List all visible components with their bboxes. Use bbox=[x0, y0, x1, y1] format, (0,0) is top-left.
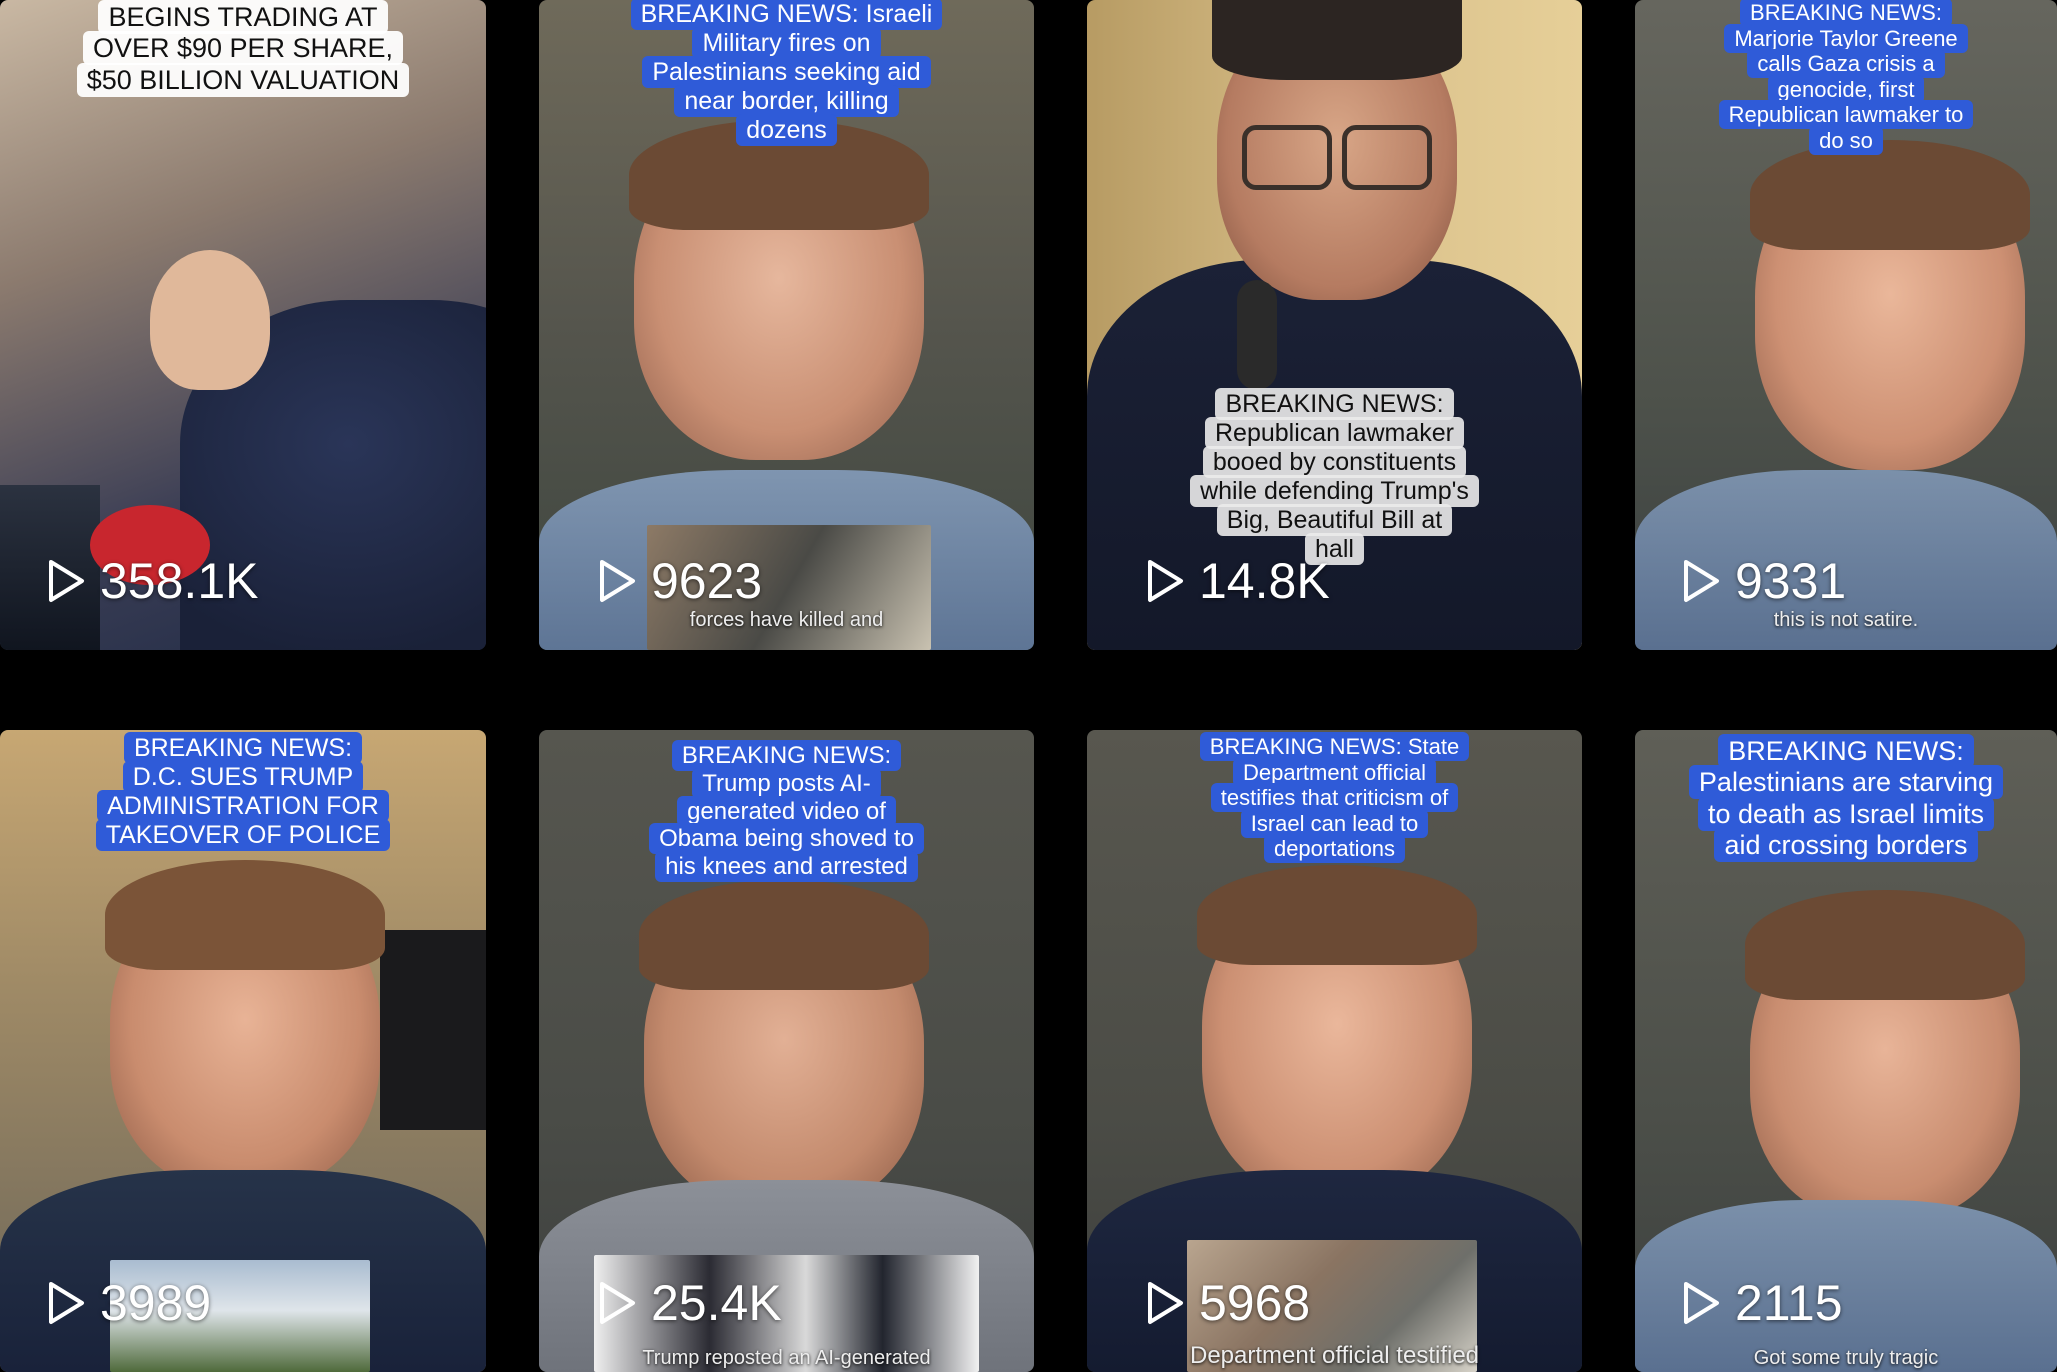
view-count: 2115 bbox=[1677, 1274, 1843, 1332]
video-tile[interactable]: Got some truly tragic BREAKING NEWS: Pal… bbox=[1635, 730, 2057, 1372]
video-caption: BREAKING NEWS: State Department official… bbox=[1185, 732, 1485, 864]
video-subtitle: Department official testified bbox=[1189, 1342, 1480, 1369]
video-caption: BEGINS TRADING AT OVER $90 PER SHARE, $5… bbox=[53, 0, 433, 97]
play-icon bbox=[1684, 560, 1719, 602]
play-icon bbox=[1148, 560, 1183, 602]
view-count: 9331 bbox=[1677, 552, 1846, 610]
video-caption: BREAKING NEWS: Marjorie Taylor Greene ca… bbox=[1696, 0, 1996, 155]
video-tile[interactable]: BEGINS TRADING AT OVER $90 PER SHARE, $5… bbox=[0, 0, 486, 650]
video-caption: BREAKING NEWS: Trump posts AI- generated… bbox=[622, 740, 952, 883]
video-caption: BREAKING NEWS: Republican lawmaker booed… bbox=[1170, 388, 1500, 565]
play-icon bbox=[1148, 1282, 1183, 1324]
video-subtitle: Got some truly tragic bbox=[1753, 1347, 1939, 1369]
view-count: 358.1K bbox=[42, 552, 258, 610]
video-tile[interactable]: this is not satire. BREAKING NEWS: Marjo… bbox=[1635, 0, 2057, 650]
video-caption: BREAKING NEWS: Palestinians are starving… bbox=[1671, 734, 2021, 862]
video-caption: BREAKING NEWS: D.C. SUES TRUMP ADMINISTR… bbox=[93, 732, 393, 851]
video-tile[interactable]: Trump reposted an AI-generated BREAKING … bbox=[539, 730, 1034, 1372]
view-count: 3989 bbox=[42, 1274, 211, 1332]
view-count: 14.8K bbox=[1141, 552, 1330, 610]
play-icon bbox=[600, 1282, 635, 1324]
video-subtitle: forces have killed and bbox=[689, 609, 884, 631]
view-count: 5968 bbox=[1141, 1274, 1310, 1332]
video-tile[interactable]: BREAKING NEWS: D.C. SUES TRUMP ADMINISTR… bbox=[0, 730, 486, 1372]
video-tile[interactable]: BREAKING NEWS: Republican lawmaker booed… bbox=[1087, 0, 1582, 650]
video-grid: BEGINS TRADING AT OVER $90 PER SHARE, $5… bbox=[0, 0, 2057, 1372]
play-icon bbox=[1684, 1282, 1719, 1324]
video-tile[interactable]: forces have killed and BREAKING NEWS: Is… bbox=[539, 0, 1034, 650]
view-count: 25.4K bbox=[593, 1274, 782, 1332]
play-icon bbox=[49, 560, 84, 602]
view-count: 9623 bbox=[593, 552, 762, 610]
play-icon bbox=[600, 560, 635, 602]
video-caption: BREAKING NEWS: Israeli Military fires on… bbox=[612, 0, 962, 146]
video-tile[interactable]: Department official testified BREAKING N… bbox=[1087, 730, 1582, 1372]
video-subtitle: Trump reposted an AI-generated bbox=[642, 1347, 931, 1369]
play-icon bbox=[49, 1282, 84, 1324]
video-subtitle: this is not satire. bbox=[1773, 609, 1919, 631]
